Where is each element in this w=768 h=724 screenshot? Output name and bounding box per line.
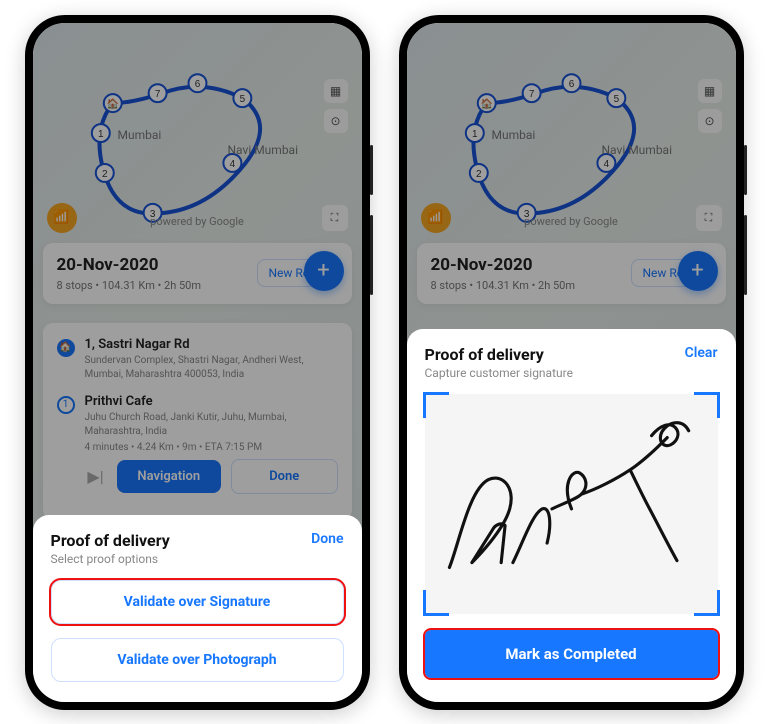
sheet-done-link[interactable]: Done	[311, 531, 343, 547]
sheet-title: Proof of delivery	[51, 531, 170, 550]
sheet-subtitle: Select proof options	[51, 552, 170, 566]
screen-left: 🏠 7 6 5 4 3 2 1 Mumbai Navi Mumbai ▦ ⊙ 📶…	[33, 23, 362, 702]
power-button	[744, 145, 747, 195]
sheet-subtitle: Capture customer signature	[425, 366, 573, 380]
volume-button	[744, 215, 747, 295]
validate-signature-button[interactable]: Validate over Signature	[51, 580, 344, 624]
validate-photograph-button[interactable]: Validate over Photograph	[51, 638, 344, 682]
sheet-title: Proof of delivery	[425, 345, 573, 364]
clear-link[interactable]: Clear	[685, 345, 718, 361]
mark-completed-button[interactable]: Mark as Completed	[425, 630, 718, 678]
phone-mockup-right: 🏠 7 6 5 4 3 2 1 Mumbai Navi Mumbai ▦ ⊙ 📶…	[399, 15, 744, 710]
signature-stroke	[425, 394, 718, 614]
screen-right: 🏠 7 6 5 4 3 2 1 Mumbai Navi Mumbai ▦ ⊙ 📶…	[407, 23, 736, 702]
power-button	[370, 145, 373, 195]
volume-button	[370, 215, 373, 295]
signature-sheet: Proof of delivery Capture customer signa…	[407, 329, 736, 702]
signature-pad[interactable]	[425, 394, 718, 614]
proof-options-sheet: Proof of delivery Select proof options D…	[33, 515, 362, 702]
phone-mockup-left: 🏠 7 6 5 4 3 2 1 Mumbai Navi Mumbai ▦ ⊙ 📶…	[25, 15, 370, 710]
